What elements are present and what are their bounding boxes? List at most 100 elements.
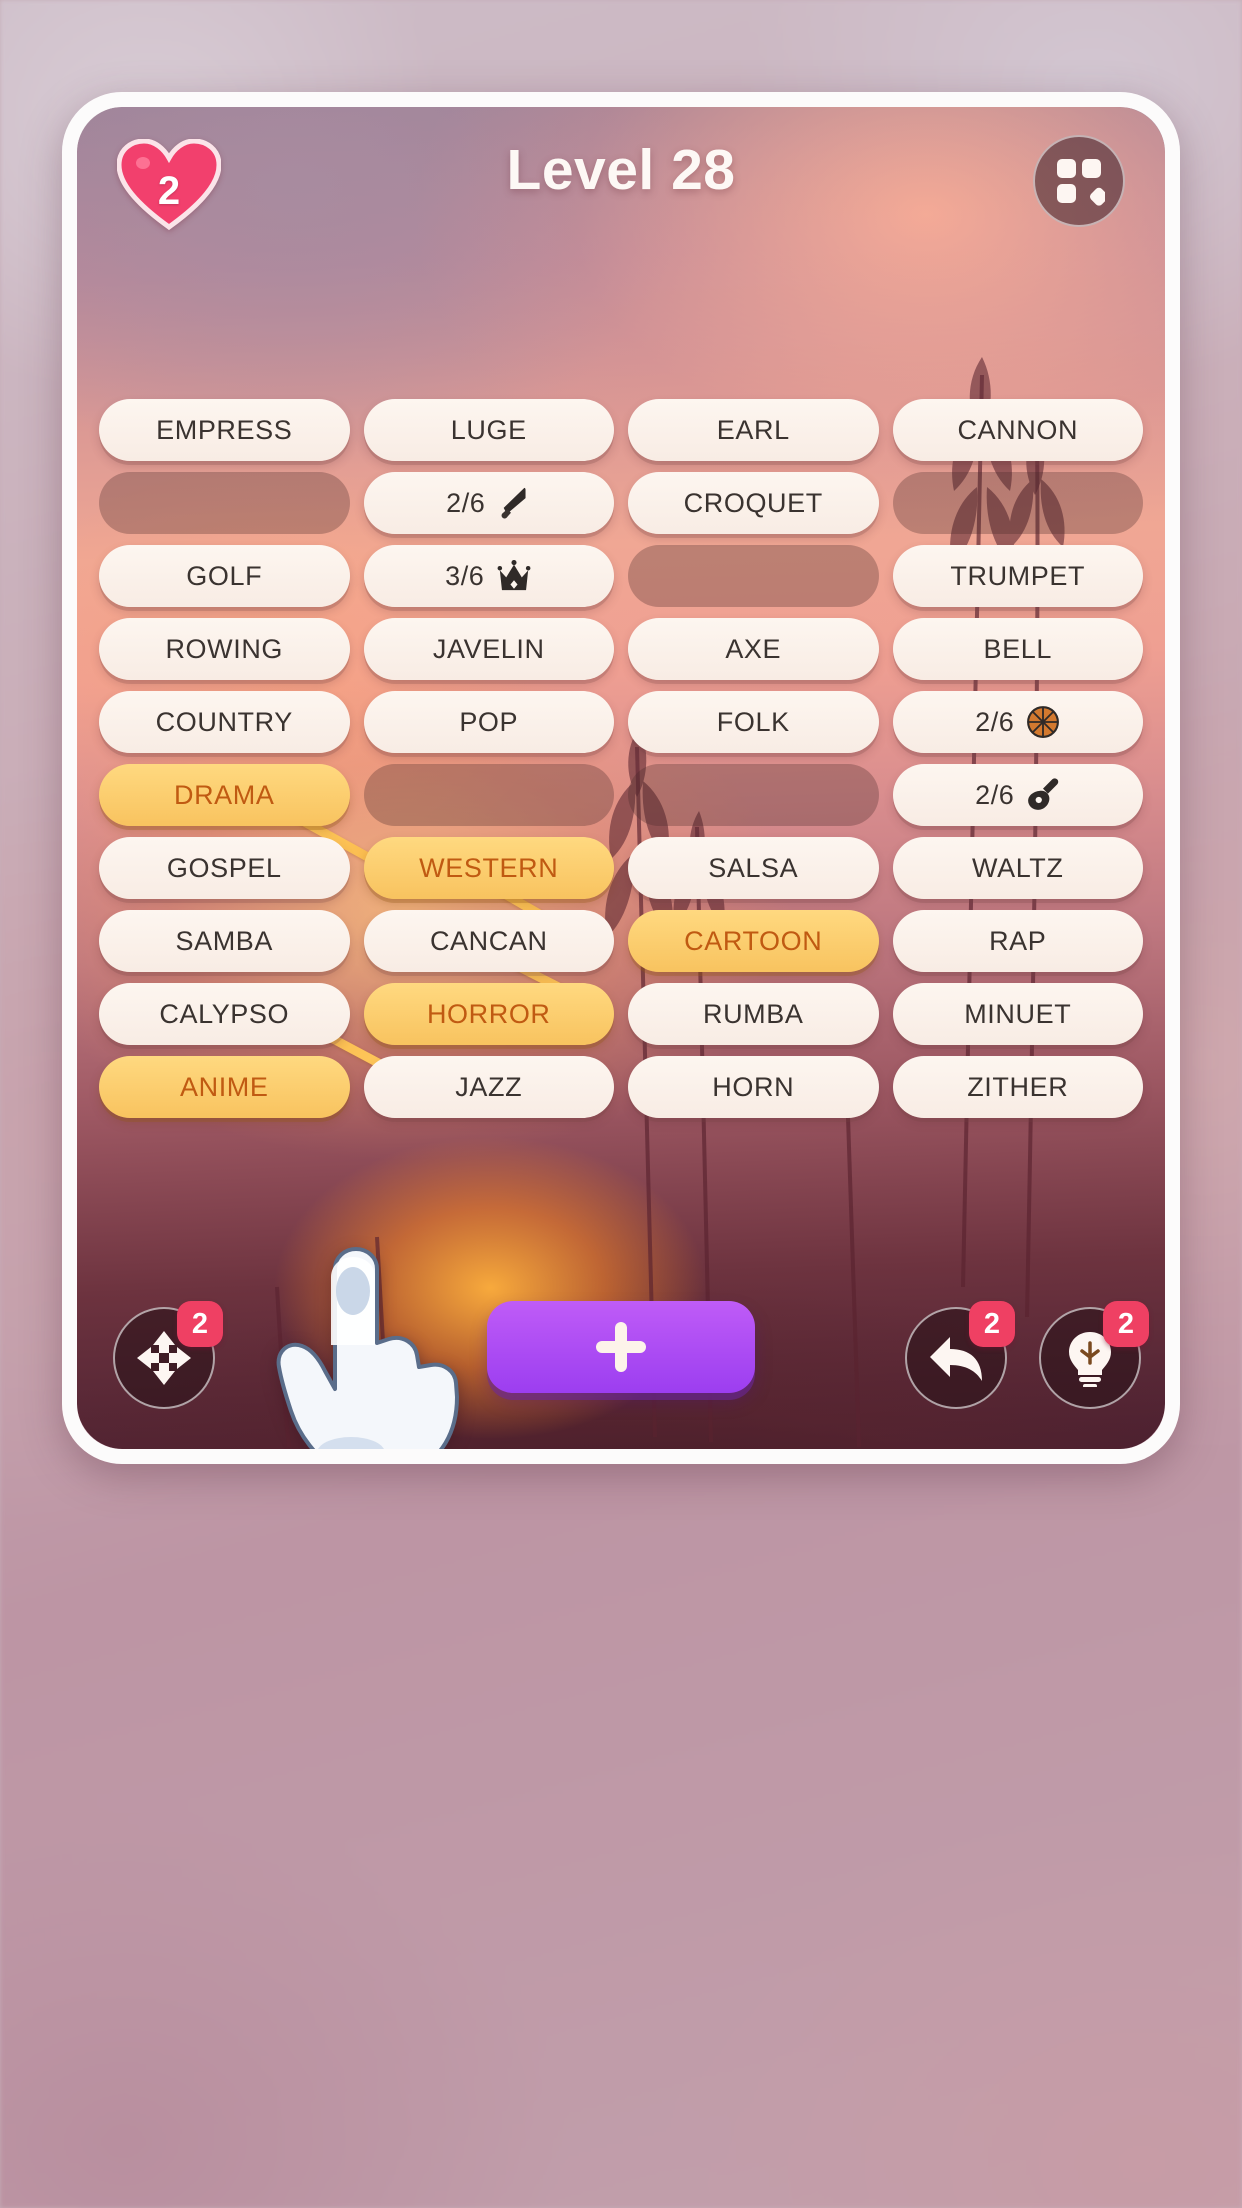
tile-row: SAMBA CANCAN CARTOON RAP xyxy=(99,910,1143,972)
word-tile[interactable]: CALYPSO xyxy=(99,983,350,1045)
word-tile-label: AXE xyxy=(725,633,782,664)
hint-button[interactable]: 2 xyxy=(1039,1301,1149,1409)
word-tile-label: 3/6 xyxy=(445,560,485,591)
word-tile-label: ROWING xyxy=(165,633,284,664)
word-tile-label: ANIME xyxy=(179,1071,269,1102)
word-tile-label: TRUMPET xyxy=(950,560,1086,591)
menu-button[interactable] xyxy=(1033,135,1125,227)
word-tile-label: WESTERN xyxy=(419,852,559,883)
screen-content: 2 Level 28 EMPRESS LUGE EARL CANNON 2/6 CROQU… xyxy=(77,107,1165,1449)
word-tile[interactable]: EARL xyxy=(628,399,879,461)
word-tile-label: JAZZ xyxy=(455,1071,523,1102)
word-tile-label: SAMBA xyxy=(175,925,274,956)
empty-slot-tile xyxy=(363,764,614,826)
word-tile[interactable]: 2/6 xyxy=(363,472,614,534)
word-tile[interactable]: CARTOON xyxy=(628,910,879,972)
word-tile-label: WALTZ xyxy=(972,852,1064,883)
word-tile[interactable]: SALSA xyxy=(628,837,879,899)
word-tile[interactable]: WALTZ xyxy=(892,837,1143,899)
guitar-icon xyxy=(1028,778,1059,810)
plus-icon xyxy=(596,1322,646,1372)
word-tile-label: HORROR xyxy=(426,998,551,1029)
word-tile[interactable]: JAVELIN xyxy=(363,618,614,680)
word-tile[interactable]: MINUET xyxy=(892,983,1143,1045)
word-tile-label: GOSPEL xyxy=(166,852,282,883)
word-tile[interactable]: COUNTRY xyxy=(99,691,350,753)
word-tile[interactable]: HORN xyxy=(628,1056,879,1118)
word-tile[interactable]: RAP xyxy=(892,910,1143,972)
word-tile[interactable]: SAMBA xyxy=(99,910,350,972)
tile-row: DRAMA 2/6 xyxy=(99,764,1143,826)
hand-pointer-cursor xyxy=(276,1247,459,1449)
knife-icon xyxy=(501,487,526,519)
tile-row: ANIME JAZZ HORN ZITHER xyxy=(99,1056,1143,1118)
word-tile[interactable]: GOLF xyxy=(99,545,350,607)
word-tile-label: COUNTRY xyxy=(155,706,293,737)
game-screen: 2 Level 28 EMPRESS LUGE EARL CANNON 2/6 CROQU… xyxy=(62,92,1180,1464)
word-tile-label: HORN xyxy=(712,1071,795,1102)
undo-badge: 2 xyxy=(969,1301,1015,1347)
crown-icon xyxy=(496,559,532,593)
word-tile[interactable]: ANIME xyxy=(99,1056,350,1118)
word-tile[interactable]: WESTERN xyxy=(363,837,614,899)
page-title: Level 28 xyxy=(506,138,736,202)
bottom-toolbar: 2 2 2 xyxy=(77,1295,1165,1413)
knife-icon xyxy=(497,486,531,520)
word-tile-label: 2/6 xyxy=(975,779,1015,810)
word-tile[interactable]: RUMBA xyxy=(628,983,879,1045)
word-tile[interactable]: EMPRESS xyxy=(99,399,350,461)
word-tile-label: CANCAN xyxy=(429,925,548,956)
word-tile[interactable]: LUGE xyxy=(363,399,614,461)
word-tile[interactable]: 2/6 xyxy=(892,764,1143,826)
word-tile-grid: EMPRESS LUGE EARL CANNON 2/6 CROQUET GOLF 3/6 TR… xyxy=(77,399,1165,1129)
word-tile-label: EMPRESS xyxy=(156,414,293,445)
empty-slot-tile xyxy=(628,545,879,607)
word-tile-label: CROQUET xyxy=(683,487,823,518)
add-button[interactable] xyxy=(487,1301,755,1393)
crown-icon xyxy=(497,559,531,591)
tile-row: EMPRESS LUGE EARL CANNON xyxy=(99,399,1143,461)
word-tile-label: CALYPSO xyxy=(159,998,290,1029)
word-tile-label: RAP xyxy=(989,925,1047,956)
word-tile-label: JAVELIN xyxy=(432,633,545,664)
empty-slot-tile xyxy=(628,764,879,826)
word-tile[interactable]: HORROR xyxy=(363,983,614,1045)
undo-button[interactable]: 2 xyxy=(905,1301,1015,1409)
word-tile[interactable]: CANNON xyxy=(892,399,1143,461)
word-tile-label: CARTOON xyxy=(684,925,823,956)
word-tile[interactable]: GOSPEL xyxy=(99,837,350,899)
word-tile[interactable]: 3/6 xyxy=(363,545,614,607)
word-tile[interactable]: 2/6 xyxy=(892,691,1143,753)
tile-row: GOLF 3/6 TRUMPET xyxy=(99,545,1143,607)
word-tile[interactable]: DRAMA xyxy=(99,764,350,826)
empty-slot-tile xyxy=(99,472,350,534)
word-tile[interactable]: BELL xyxy=(892,618,1143,680)
tile-row: 2/6 CROQUET xyxy=(99,472,1143,534)
tile-row: COUNTRY POP FOLK 2/6 xyxy=(99,691,1143,753)
word-tile[interactable]: CROQUET xyxy=(628,472,879,534)
basketball-icon xyxy=(1026,705,1060,739)
word-tile[interactable]: AXE xyxy=(628,618,879,680)
guitar-icon xyxy=(1026,778,1060,812)
word-tile-label: CANNON xyxy=(957,414,1079,445)
word-tile[interactable]: ROWING xyxy=(99,618,350,680)
header-bar: 2 Level 28 xyxy=(77,107,1165,235)
word-tile-label: 2/6 xyxy=(975,706,1015,737)
word-tile-label: MINUET xyxy=(964,998,1072,1029)
word-tile[interactable]: FOLK xyxy=(628,691,879,753)
shuffle-button[interactable]: 2 xyxy=(113,1301,223,1409)
word-tile-label: SALSA xyxy=(708,852,799,883)
tile-row: GOSPEL WESTERN SALSA WALTZ xyxy=(99,837,1143,899)
word-tile-label: RUMBA xyxy=(702,998,804,1029)
word-tile-label: FOLK xyxy=(716,706,790,737)
word-tile[interactable]: POP xyxy=(363,691,614,753)
word-tile[interactable]: JAZZ xyxy=(363,1056,614,1118)
grid-menu-icon xyxy=(1057,159,1105,206)
tile-row: ROWING JAVELIN AXE BELL xyxy=(99,618,1143,680)
word-tile[interactable]: CANCAN xyxy=(363,910,614,972)
word-tile-label: GOLF xyxy=(186,560,263,591)
word-tile[interactable]: TRUMPET xyxy=(892,545,1143,607)
word-tile-label: ZITHER xyxy=(967,1071,1069,1102)
word-tile[interactable]: ZITHER xyxy=(892,1056,1143,1118)
hint-badge: 2 xyxy=(1103,1301,1149,1347)
